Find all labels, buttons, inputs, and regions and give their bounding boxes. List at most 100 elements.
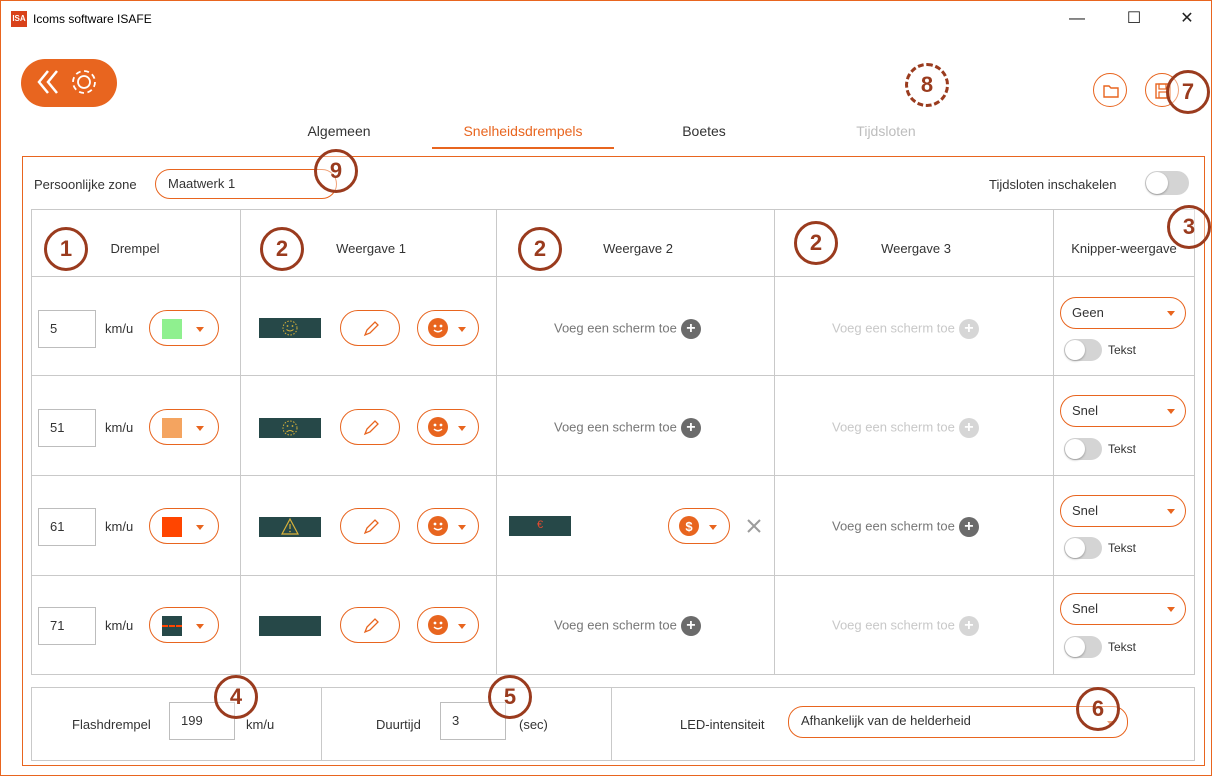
col-header-weergave2: Weergave 2 [603,241,673,256]
color-select[interactable] [149,508,219,544]
back-chevron-icon[interactable] [34,67,64,97]
active-tab-indicator [432,147,614,149]
tab-snelheidsdrempels[interactable]: Snelheidsdrempels [432,123,614,139]
smiley-icon [428,417,448,437]
text-toggle[interactable] [1064,438,1102,460]
add-screen-button-disabled[interactable]: Voeg een scherm toe + [832,418,979,438]
remove-screen-icon[interactable] [746,518,762,534]
threshold-input[interactable]: 5 [38,310,96,348]
emoji-select[interactable] [417,508,479,544]
add-screen-button[interactable]: Voeg een scherm toe + [554,418,701,438]
threshold-input[interactable]: 61 [38,508,96,546]
app-window: ISA Icoms software ISAFE — ☐ ✕ Algemeen … [0,0,1212,776]
edit-display-button[interactable] [340,508,400,544]
tab-boetes[interactable]: Boetes [669,123,739,139]
window-title: Icoms software ISAFE [33,12,152,26]
display-preview-blank [259,616,321,636]
smiley-icon [428,318,448,338]
blink-select[interactable]: Snel [1060,395,1186,427]
color-select[interactable] [149,310,219,346]
callout-marker: 4 [214,675,258,719]
callout-marker: 6 [1076,687,1120,731]
unit-label: km/u [105,519,134,534]
emoji-select[interactable] [417,607,479,643]
color-select[interactable] [149,409,219,445]
display-preview-sad [259,418,321,438]
color-swatch [162,616,182,636]
table-border [31,674,1195,675]
text-toggle[interactable] [1064,537,1102,559]
edit-display-button[interactable] [340,310,400,346]
plus-icon: + [680,616,701,636]
emoji-select[interactable] [417,409,479,445]
duration-unit-label: (sec) [519,717,548,732]
plus-icon: + [680,418,701,438]
color-swatch [162,517,182,537]
edit-display-button[interactable] [340,607,400,643]
blink-select[interactable]: Snel [1060,495,1186,527]
col-header-weergave3: Weergave 3 [881,241,951,256]
maximize-button[interactable]: ☐ [1111,7,1157,31]
display-preview-warning [259,517,321,537]
timeslots-toggle[interactable] [1145,171,1189,195]
unit-label: km/u [105,321,134,336]
text-toggle-label: Tekst [1108,640,1137,654]
row-divider [31,475,1195,476]
color-swatch [162,418,182,438]
table-border [31,209,1195,210]
blink-select[interactable]: Snel [1060,593,1186,625]
col-divider [31,209,32,675]
threshold-input[interactable]: 51 [38,409,96,447]
callout-marker: 1 [44,227,88,271]
display-preview-smiley [259,318,321,338]
open-file-button[interactable] [1093,73,1127,107]
row-divider [31,276,1195,277]
pencil-icon [363,420,379,436]
smiley-icon [428,516,448,536]
add-screen-button[interactable]: Voeg een scherm toe + [832,517,979,537]
add-screen-button-disabled[interactable]: Voeg een scherm toe + [832,616,979,636]
display-preview-euro: € [509,516,571,536]
bottom-divider [321,687,322,761]
app-logo-icon: ISA [11,11,27,27]
edit-display-button[interactable] [340,409,400,445]
close-window-button[interactable]: ✕ [1164,7,1210,31]
minimize-button[interactable]: — [1054,7,1100,31]
add-screen-button-disabled[interactable]: Voeg een scherm toe + [832,319,979,339]
text-toggle[interactable] [1064,636,1102,658]
duration-label: Duurtijd [376,717,421,732]
emoji-select[interactable] [417,310,479,346]
pencil-icon [363,618,379,634]
callout-marker: 8 [905,63,949,107]
col-header-knipper: Knipper-weergave [1071,241,1177,256]
gear-icon[interactable] [67,65,101,99]
title-bar: ISA Icoms software ISAFE — ☐ ✕ [1,1,1211,37]
col-divider [1194,209,1195,675]
flash-threshold-label: Flashdrempel [72,717,151,732]
callout-marker: 2 [518,227,562,271]
plus-icon: + [680,319,701,339]
fine-emoji-select[interactable]: $ [668,508,730,544]
zone-input[interactable]: Maatwerk 1 [155,169,337,199]
led-label: LED-intensiteit [680,717,765,732]
col-divider [496,209,497,675]
pencil-icon [363,519,379,535]
callout-marker: 5 [488,675,532,719]
col-header-weergave1: Weergave 1 [336,241,406,256]
threshold-input[interactable]: 71 [38,607,96,645]
add-screen-button[interactable]: Voeg een scherm toe + [554,319,701,339]
unit-label: km/u [105,420,134,435]
row-divider [31,575,1195,576]
add-screen-button[interactable]: Voeg een scherm toe + [554,616,701,636]
color-select[interactable] [149,607,219,643]
svg-text:$: $ [685,519,693,534]
callout-marker: 3 [1167,205,1211,249]
text-toggle[interactable] [1064,339,1102,361]
text-toggle-label: Tekst [1108,442,1137,456]
folder-icon [1103,85,1119,98]
tab-algemeen[interactable]: Algemeen [291,123,387,139]
blink-select[interactable]: Geen [1060,297,1186,329]
tab-tijdsloten[interactable]: Tijdsloten [841,123,931,139]
plus-icon: + [958,616,979,636]
warning-icon [281,517,299,535]
